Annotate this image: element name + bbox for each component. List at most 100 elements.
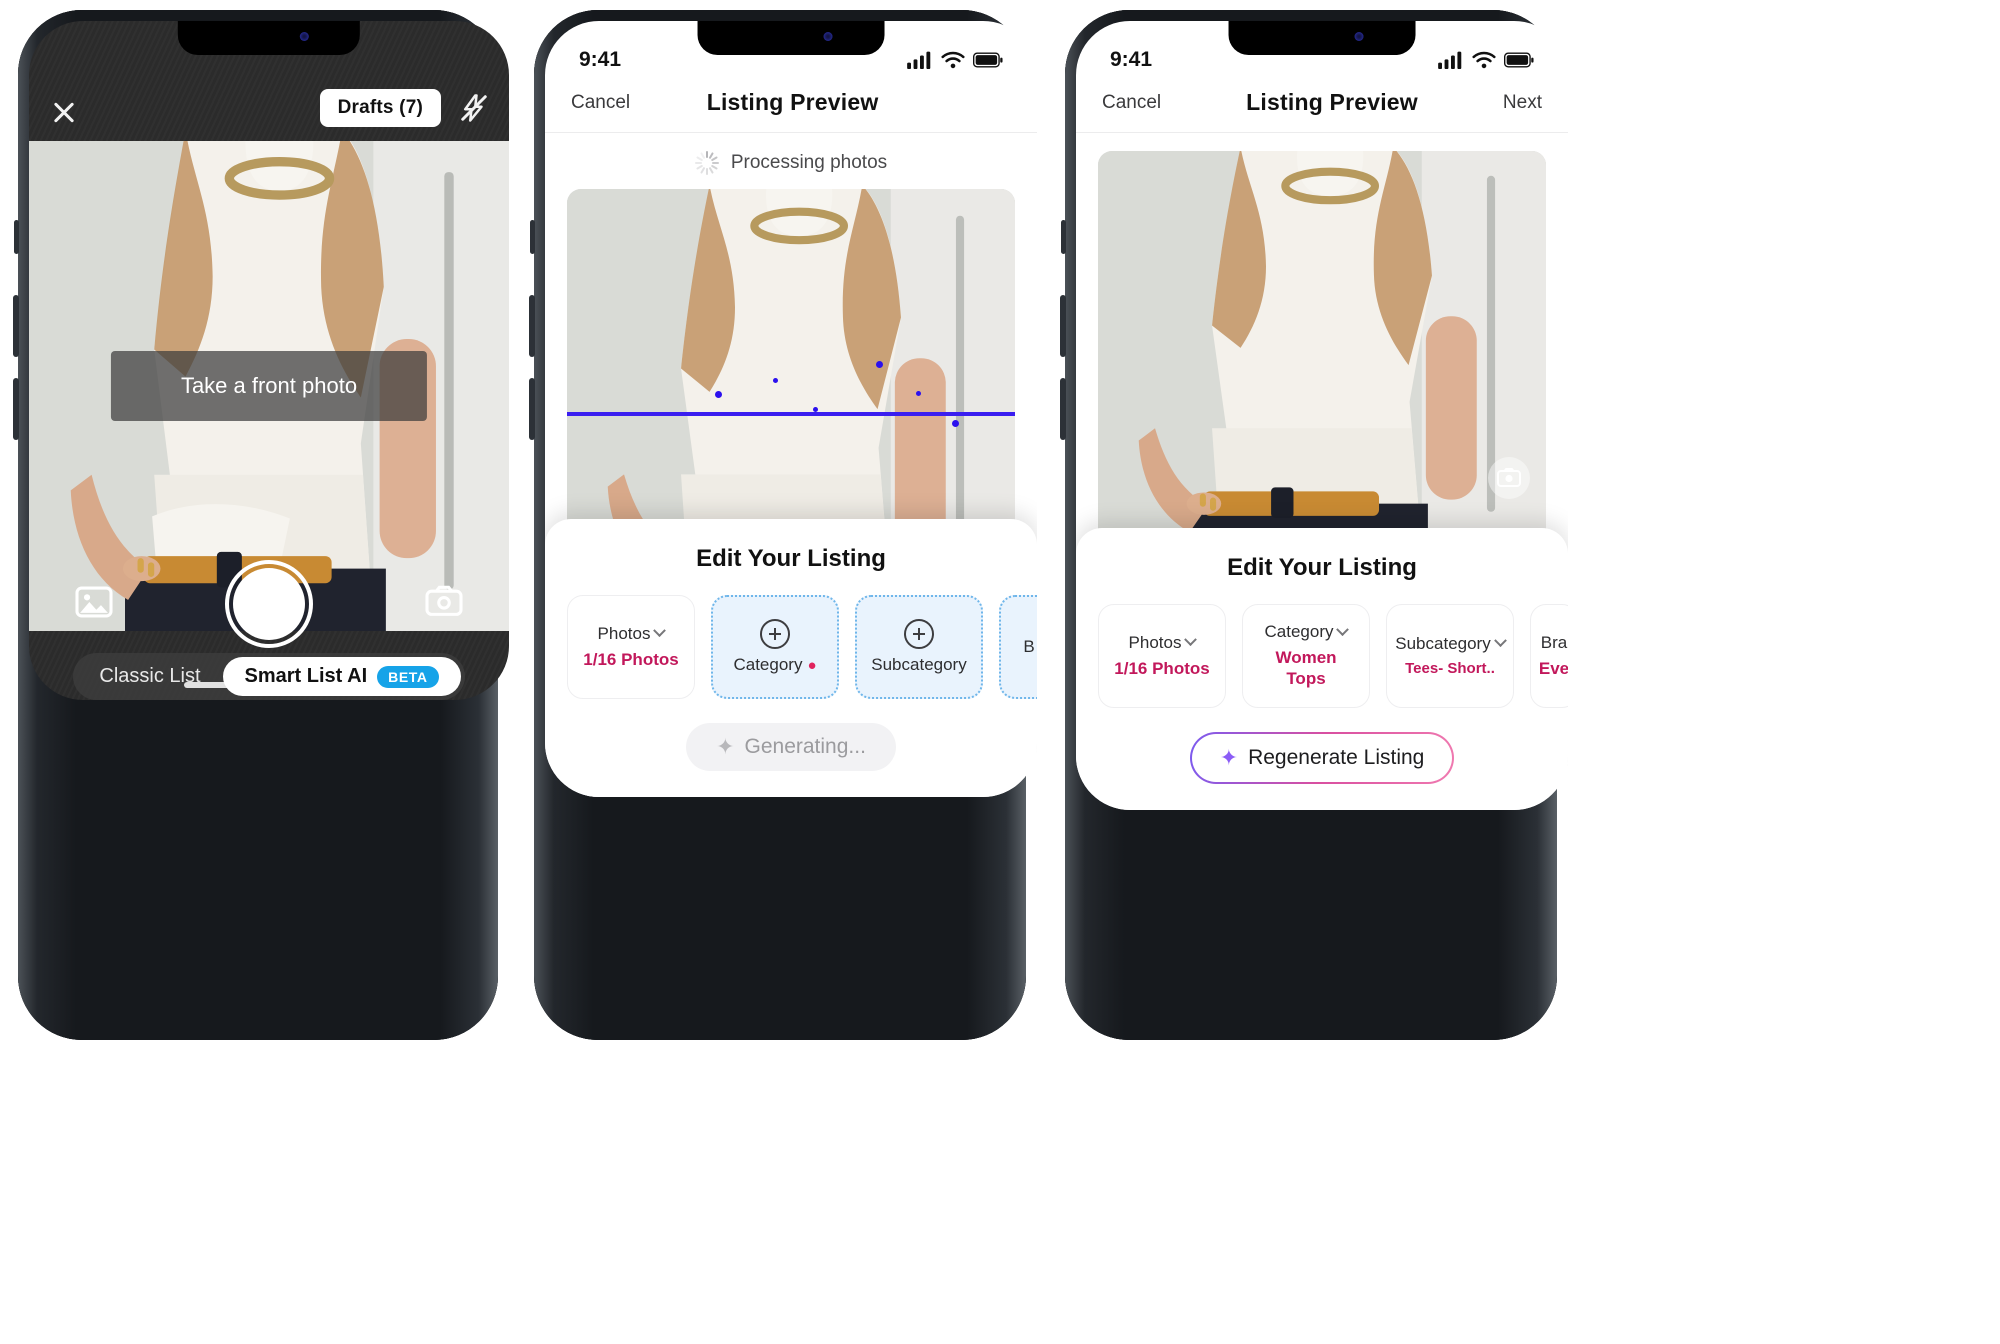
attribute-chip-row[interactable]: Photos 1/16 Photos Category Women Tops S… <box>1076 603 1568 708</box>
sparkle-icon: ✦ <box>1219 744 1239 770</box>
three-phone-mockup: Drafts (7) Take a front photo Classic Li… <box>0 0 2000 1344</box>
chip-brand-partial[interactable]: Bra Eve <box>1530 603 1568 708</box>
volume-up-button <box>529 295 535 357</box>
phone-frame-1: Drafts (7) Take a front photo Classic Li… <box>13 10 509 1040</box>
regenerate-listing-button[interactable]: ✦ Regenerate Listing <box>1190 732 1455 784</box>
generating-label: Generating... <box>744 735 866 758</box>
sheet-cta-row: ✦ Regenerate Listing <box>1076 732 1568 784</box>
chevron-down-icon <box>653 624 667 638</box>
status-time: 9:41 <box>579 48 622 71</box>
beta-badge: BETA <box>377 665 439 688</box>
mute-switch <box>530 220 535 254</box>
chip-subcategory[interactable]: Subcategory <box>855 595 983 699</box>
chevron-down-icon <box>1336 622 1350 636</box>
chip-brand-label: Bra <box>1540 632 1568 652</box>
chip-brand-partial[interactable]: B <box>999 595 1037 699</box>
scan-line <box>567 411 1015 416</box>
chip-category[interactable]: Category Women Tops <box>1242 603 1370 708</box>
sparkle-icon: ✦ <box>716 734 735 759</box>
flash-off-icon[interactable] <box>459 93 489 123</box>
processing-status: Processing photos <box>545 133 1037 189</box>
cellular-bars-icon <box>907 51 931 69</box>
camera-viewfinder[interactable]: Take a front photo <box>29 141 509 631</box>
notch <box>177 21 361 55</box>
edit-listing-sheet: Edit Your Listing Photos 1/16 Photos Cat… <box>545 519 1037 797</box>
battery-icon <box>1504 52 1534 68</box>
front-camera-icon <box>300 32 310 41</box>
flip-camera-icon[interactable] <box>425 585 463 624</box>
chip-photos[interactable]: Photos 1/16 Photos <box>567 595 695 699</box>
mute-switch <box>14 220 19 254</box>
chip-subcategory-label: Subcategory <box>871 655 967 674</box>
nav-bar: Cancel Listing Preview Next <box>1076 83 1568 133</box>
listing-preview-generated-screen: 9:41 Cancel Listing Preview Next Edit Yo… <box>1076 21 1568 810</box>
status-time: 9:41 <box>1110 48 1153 71</box>
plus-circle-icon <box>760 619 790 649</box>
mode-segmented-control: Classic List Smart List AI BETA <box>73 653 465 700</box>
required-asterisk: ● <box>807 656 817 674</box>
home-indicator <box>184 682 354 688</box>
listing-preview-processing-screen: 9:41 Cancel Listing Preview Processing p… <box>545 21 1037 797</box>
shutter-button[interactable] <box>225 560 313 648</box>
chevron-down-icon <box>1493 634 1507 648</box>
drafts-button[interactable]: Drafts (7) <box>319 89 441 127</box>
chip-brand-value: Eve <box>1538 658 1568 678</box>
close-x-icon[interactable] <box>49 97 79 127</box>
panel-processing: 9:41 Cancel Listing Preview Processing p… <box>522 0 1047 1344</box>
wifi-icon <box>941 51 965 69</box>
nav-bar: Cancel Listing Preview <box>545 83 1037 133</box>
wifi-icon <box>1472 51 1496 69</box>
processing-label: Processing photos <box>730 152 888 173</box>
cellular-bars-icon <box>1438 51 1462 69</box>
chip-brand-label: B <box>1023 637 1035 656</box>
battery-icon <box>973 52 1003 68</box>
chip-subcategory-label: Subcategory <box>1395 634 1507 654</box>
chip-subcategory[interactable]: Subcategory Tees- Short.. <box>1386 603 1514 708</box>
chevron-down-icon <box>1184 633 1198 647</box>
cancel-button[interactable]: Cancel <box>571 92 630 114</box>
panel-divider-2 <box>1047 0 1053 1344</box>
photo-carousel[interactable] <box>1098 151 1546 559</box>
photo-library-icon[interactable] <box>75 585 113 624</box>
chip-category-value: Women Tops <box>1275 648 1337 688</box>
camera-controls <box>29 560 509 648</box>
camera-icon[interactable] <box>1488 457 1530 499</box>
volume-up-button <box>13 295 19 357</box>
garment-photo <box>1098 151 1546 559</box>
cancel-button[interactable]: Cancel <box>1102 92 1161 114</box>
page-title: Listing Preview <box>706 89 879 115</box>
volume-down-button <box>13 378 19 440</box>
sheet-title: Edit Your Listing <box>1227 553 1417 581</box>
chip-photos-label: Photos <box>598 624 667 644</box>
volume-up-button <box>1060 295 1066 357</box>
mode-smart-list-ai[interactable]: Smart List AI BETA <box>222 657 461 696</box>
next-button[interactable]: Next <box>1503 92 1542 114</box>
chip-category[interactable]: Category ● <box>711 595 839 699</box>
capture-hint-label: Take a front photo <box>110 351 428 421</box>
chip-category-label: Category ● <box>733 655 817 674</box>
volume-down-button <box>529 378 535 440</box>
attribute-chip-row[interactable]: Photos 1/16 Photos Category ● Subcategor… <box>545 595 1037 699</box>
camera-top-actions: Drafts (7) <box>319 89 489 127</box>
regenerate-label: Regenerate Listing <box>1248 745 1425 769</box>
notch <box>1228 21 1416 55</box>
status-indicators <box>1438 51 1534 69</box>
volume-down-button <box>1060 378 1066 440</box>
chip-photos[interactable]: Photos 1/16 Photos <box>1098 603 1226 708</box>
edit-listing-sheet: Edit Your Listing Photos 1/16 Photos Cat <box>1076 527 1568 810</box>
phone-frame-3: 9:41 Cancel Listing Preview Next Edit Yo… <box>1060 10 1568 1040</box>
capture-mode-switch: Classic List Smart List AI BETA <box>29 653 509 700</box>
notch <box>697 21 885 55</box>
loading-spinner-icon <box>694 151 719 175</box>
panel-generated: 9:41 Cancel Listing Preview Next Edit Yo… <box>1053 0 1578 1344</box>
sheet-cta-row: ✦ Generating... <box>545 723 1037 771</box>
mute-switch <box>1061 220 1066 254</box>
plus-circle-icon <box>904 619 934 649</box>
phone-frame-2: 9:41 Cancel Listing Preview Processing p… <box>529 10 1037 1040</box>
chip-category-label: Category <box>1265 622 1350 642</box>
front-camera-icon <box>1354 32 1364 41</box>
chip-photos-value: 1/16 Photos <box>583 649 679 669</box>
mode-classic-list[interactable]: Classic List <box>77 657 222 696</box>
sheet-title: Edit Your Listing <box>696 545 886 572</box>
generating-status-button: ✦ Generating... <box>686 723 896 771</box>
